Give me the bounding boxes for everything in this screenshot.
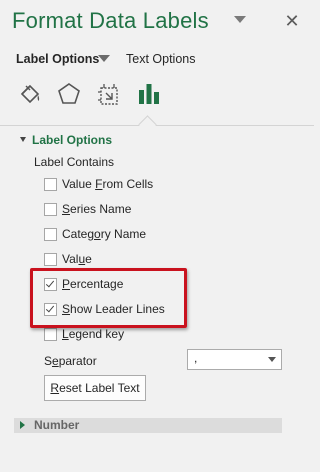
number-section-label: Number	[34, 418, 80, 432]
selected-tab-pointer	[138, 115, 157, 134]
category-icon-row	[15, 80, 305, 112]
fill-line-icon[interactable]	[17, 80, 45, 108]
format-data-labels-pane: Format Data Labels ✕ Label Options Text …	[0, 0, 314, 472]
value-label: Value	[62, 252, 92, 266]
effects-icon[interactable]	[55, 80, 83, 108]
icon-row-divider	[0, 125, 314, 126]
chevron-down-icon	[268, 357, 276, 362]
separator-label: Separator	[44, 354, 97, 368]
highlight-box	[30, 268, 187, 328]
section-header-label: Label Options	[32, 133, 113, 147]
tab-text-options[interactable]: Text Options	[126, 52, 195, 66]
separator-value: ,	[194, 351, 198, 365]
expand-triangle-icon	[20, 421, 25, 429]
collapse-triangle-icon	[20, 137, 26, 142]
value-from-cells-checkbox[interactable]	[44, 178, 57, 191]
series-name-checkbox[interactable]	[44, 203, 57, 216]
close-icon[interactable]: ✕	[282, 11, 302, 31]
legend-key-label: Legend key	[62, 327, 125, 341]
label-options-icon[interactable]	[135, 80, 163, 108]
value-from-cells-label: Value From Cells	[62, 177, 154, 191]
series-name-label: Series Name	[62, 202, 132, 216]
pane-title: Format Data Labels	[12, 8, 209, 33]
category-name-label: Category Name	[62, 227, 147, 241]
size-properties-icon[interactable]	[95, 80, 123, 108]
value-checkbox[interactable]	[44, 253, 57, 266]
reset-label-text-button[interactable]: Reset Label Text	[44, 375, 146, 401]
chevron-down-icon[interactable]	[98, 55, 110, 65]
separator-dropdown[interactable]: ,	[187, 349, 282, 370]
tab-label-options[interactable]: Label Options	[16, 52, 99, 66]
category-name-checkbox[interactable]	[44, 228, 57, 241]
legend-key-checkbox[interactable]	[44, 328, 57, 341]
label-options-section-header[interactable]: Label Options	[20, 133, 112, 147]
label-contains-heading: Label Contains	[34, 155, 115, 169]
number-section-header[interactable]: Number	[14, 418, 282, 433]
task-pane-options-icon[interactable]	[233, 13, 247, 27]
